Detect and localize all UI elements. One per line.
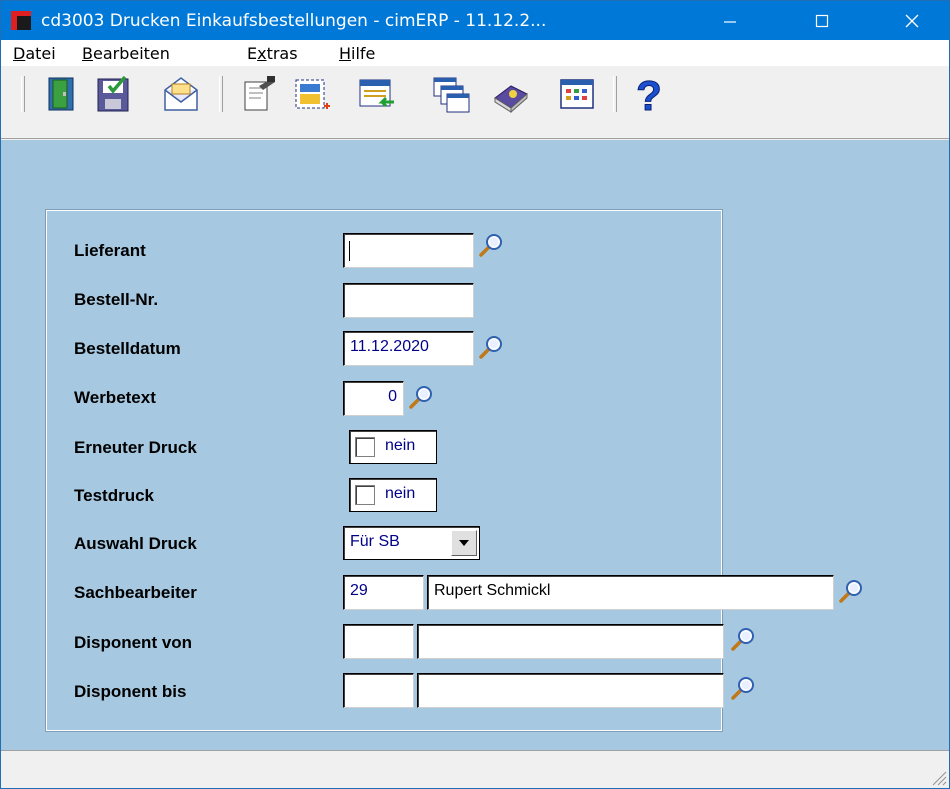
toolbar-separator-2 (613, 76, 617, 112)
minimize-icon (724, 20, 736, 23)
disponent-von-search-icon[interactable] (729, 625, 757, 653)
werbetext-input[interactable]: 0 (343, 381, 404, 416)
disponent-bis-search-icon[interactable] (729, 674, 757, 702)
label-bestell-nr: Bestell-Nr. (74, 290, 159, 309)
windows-icon[interactable] (431, 72, 471, 116)
window-title: cd3003 Drucken Einkaufsbestellungen - ci… (41, 11, 547, 31)
content-area: Lieferant Bestell-Nr. Bestelldatum 11.12… (1, 140, 949, 750)
label-testdruck: Testdruck (74, 486, 154, 505)
close-button[interactable] (889, 1, 935, 40)
menu-extras-pre: E (247, 44, 258, 63)
menu-hilfe[interactable]: Hilfe (339, 44, 375, 63)
minimize-button[interactable] (707, 1, 753, 40)
app-window: cd3003 Drucken Einkaufsbestellungen - ci… (0, 0, 950, 789)
menu-bearbeiten-label: earbeiten (92, 44, 170, 63)
new-selection-icon[interactable] (291, 72, 331, 116)
app-logo-icon[interactable] (11, 11, 31, 30)
label-auswahl-druck: Auswahl Druck (74, 534, 197, 553)
label-lieferant: Lieferant (74, 241, 146, 260)
sachbearbeiter-search-icon[interactable] (837, 577, 865, 605)
mail-icon[interactable] (161, 72, 201, 116)
disponent-von-name-field (417, 624, 724, 659)
testdruck-checkbox[interactable]: nein (349, 478, 437, 512)
bestelldatum-input[interactable]: 11.12.2020 (343, 331, 474, 366)
menu-hilfe-accel: H (339, 44, 352, 63)
toolbar-grip[interactable] (21, 76, 25, 112)
label-disponent-bis: Disponent bis (74, 682, 187, 701)
menu-datei[interactable]: Datei (13, 44, 56, 63)
werbetext-search-icon[interactable] (407, 383, 435, 411)
lieferant-input[interactable] (343, 233, 474, 268)
print-preview-icon[interactable] (239, 72, 279, 116)
checkbox-box[interactable] (355, 437, 375, 457)
sachbearbeiter-code-input[interactable]: 29 (343, 575, 424, 610)
disponent-bis-code-input[interactable] (343, 673, 414, 708)
transfer-icon[interactable] (356, 72, 396, 116)
status-bar (1, 750, 949, 788)
checkbox-box[interactable] (355, 485, 375, 505)
label-bestelldatum: Bestelldatum (74, 339, 181, 358)
save-icon[interactable] (93, 72, 133, 116)
toolbar: ? (1, 66, 949, 139)
menu-extras[interactable]: Extras (247, 44, 298, 63)
testdruck-value: nein (385, 485, 416, 502)
auswahl-druck-value: Für SB (350, 533, 400, 550)
menu-datei-label: atei (25, 44, 56, 63)
menu-bearbeiten[interactable]: Bearbeiten (82, 44, 170, 63)
menu-bearbeiten-accel: B (82, 44, 93, 63)
erneuter-druck-checkbox[interactable]: nein (349, 430, 437, 464)
title-bar[interactable]: cd3003 Drucken Einkaufsbestellungen - ci… (1, 1, 949, 40)
help-icon[interactable]: ? (629, 72, 669, 116)
auswahl-druck-select[interactable]: Für SB (343, 526, 480, 560)
maximize-button[interactable] (799, 1, 845, 40)
menu-hilfe-label: ilfe (351, 44, 376, 63)
label-erneuter-druck: Erneuter Druck (74, 438, 197, 457)
sachbearbeiter-name-field: Rupert Schmickl (427, 575, 834, 610)
dropdown-arrow-icon[interactable] (451, 530, 477, 556)
menu-extras-label: tras (266, 44, 298, 63)
label-sachbearbeiter: Sachbearbeiter (74, 583, 197, 602)
erneuter-druck-value: nein (385, 437, 416, 454)
lieferant-search-icon[interactable] (477, 231, 505, 259)
maximize-icon (815, 14, 829, 27)
disponent-von-code-input[interactable] (343, 624, 414, 659)
disponent-bis-name-field (417, 673, 724, 708)
label-disponent-von: Disponent von (74, 633, 193, 652)
exit-door-icon[interactable] (41, 72, 81, 116)
text-caret (349, 241, 350, 261)
table-icon[interactable] (557, 72, 597, 116)
menu-datei-accel: D (13, 44, 26, 63)
menu-bar: Datei Bearbeiten Extras Hilfe (1, 40, 949, 66)
bestell-nr-input[interactable] (343, 283, 474, 318)
resize-grip-icon[interactable] (929, 768, 947, 786)
svg-text:?: ? (636, 72, 662, 116)
book-icon[interactable] (491, 72, 531, 116)
form-panel: Lieferant Bestell-Nr. Bestelldatum 11.12… (45, 209, 862, 732)
menu-extras-accel: x (257, 44, 267, 63)
label-werbetext: Werbetext (74, 388, 156, 407)
toolbar-separator (219, 76, 223, 112)
close-icon (905, 14, 919, 27)
bestelldatum-search-icon[interactable] (477, 333, 505, 361)
